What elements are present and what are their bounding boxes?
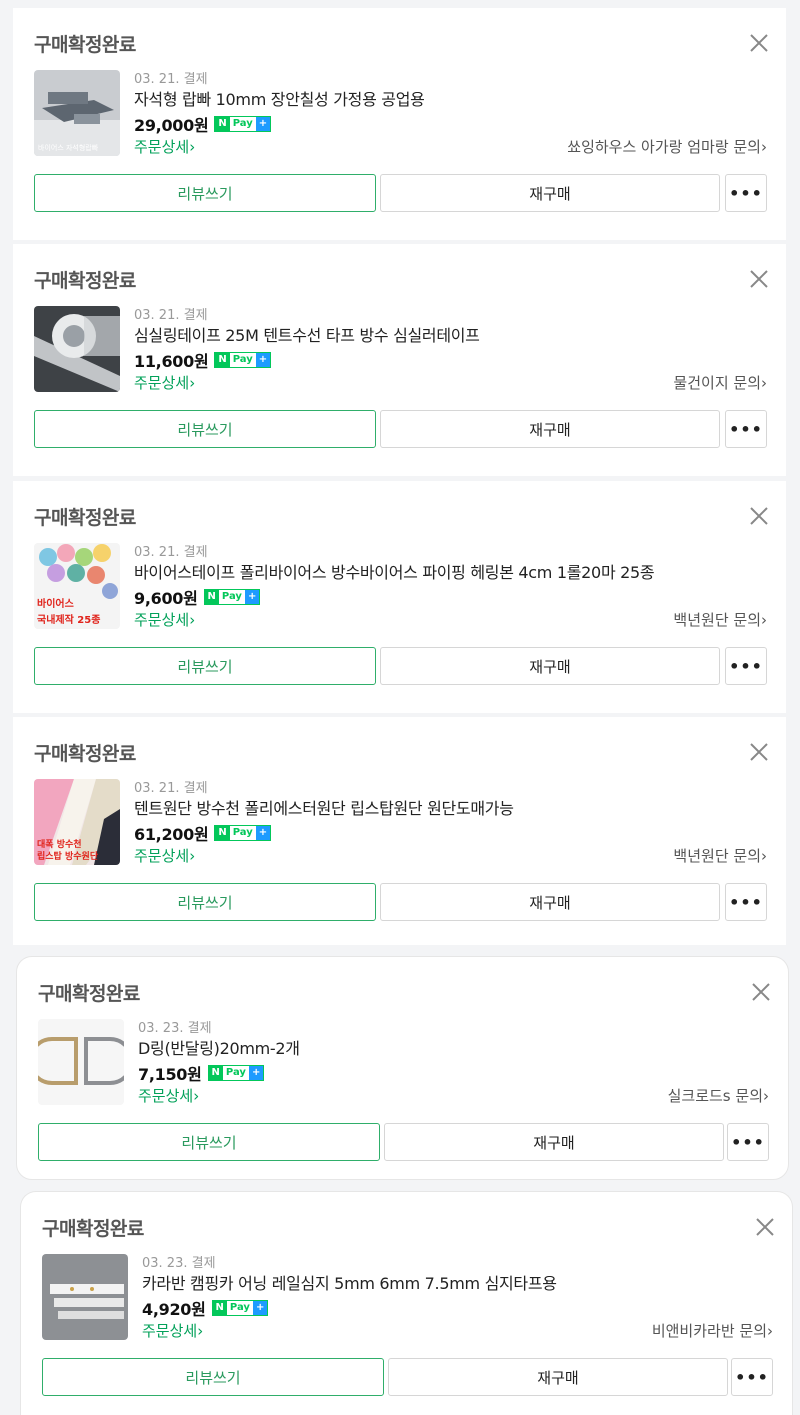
product-name[interactable]: 바이어스테이프 폴리바이어스 방수바이어스 파이핑 헤링본 4cm 1롤20마 … — [134, 559, 655, 583]
order-card: 구매확정완료 03. 21. 결제 심실링테이프 25M 텐트수선 타프 방수 … — [13, 244, 786, 476]
order-date: 03. 21. 결제 — [134, 781, 208, 796]
close-icon[interactable] — [750, 981, 772, 1003]
order-detail-link[interactable]: 주문상세› — [134, 845, 195, 866]
npay-badge: N Pay + — [203, 589, 261, 605]
npay-badge: N Pay + — [214, 352, 272, 368]
order-card: 구매확정완료 03. 23. 결제 카라반 캠핑카 어닝 레일심지 5mm 6m… — [20, 1191, 793, 1415]
order-status: 구매확정완료 — [34, 743, 136, 765]
price-row: 11,600원 N Pay + — [134, 348, 272, 372]
order-card: 구매확정완료 바이어스 국내제작 25종 03. 21. 결제 바이어스테이프 … — [13, 481, 786, 713]
order-detail-link[interactable]: 주문상세› — [134, 609, 195, 630]
order-detail-link[interactable]: 주문상세› — [138, 1085, 199, 1106]
more-options-button[interactable]: ••• — [725, 883, 767, 921]
order-card: 구매확정완료 대폭 방수천 립스탑 방수원단 03. 21. 결제 텐트원단 방… — [13, 717, 786, 945]
seller-inquiry-link[interactable]: 비앤비카라반 문의› — [652, 1320, 773, 1341]
seller-inquiry-link[interactable]: 쑈잉하우스 아가랑 엄마랑 문의› — [567, 136, 767, 157]
price-row: 61,200원 N Pay + — [134, 821, 272, 845]
order-date: 03. 23. 결제 — [142, 1256, 216, 1271]
seller-inquiry-link[interactable]: 백년원단 문의› — [673, 845, 767, 866]
npay-badge: N Pay + — [214, 825, 272, 841]
product-thumbnail[interactable] — [38, 1019, 124, 1105]
close-icon[interactable] — [748, 741, 770, 763]
product-thumbnail[interactable] — [34, 306, 120, 392]
product-price: 11,600원 — [134, 352, 209, 371]
thumb-caption: 립스탑 방수원단 — [37, 850, 99, 862]
more-options-button[interactable]: ••• — [725, 174, 767, 212]
rebuy-button[interactable]: 재구매 — [380, 410, 720, 448]
product-price: 7,150원 — [138, 1065, 202, 1084]
product-thumbnail[interactable] — [42, 1254, 128, 1340]
product-price: 29,000원 — [134, 116, 209, 135]
write-review-button[interactable]: 리뷰쓰기 — [38, 1123, 380, 1161]
product-thumbnail[interactable]: 바이어스 국내제작 25종 — [34, 543, 120, 629]
order-detail-link[interactable]: 주문상세› — [134, 136, 195, 157]
product-name[interactable]: D링(반달링)20mm-2개 — [138, 1035, 300, 1059]
product-name[interactable]: 자석형 랍빠 10mm 장안칠성 가정용 공업용 — [134, 86, 425, 110]
rebuy-button[interactable]: 재구매 — [384, 1123, 724, 1161]
write-review-button[interactable]: 리뷰쓰기 — [34, 174, 376, 212]
order-status: 구매확정완료 — [42, 1218, 144, 1240]
thumb-caption: 바이어스 — [37, 597, 74, 610]
order-detail-link[interactable]: 주문상세› — [134, 372, 195, 393]
rebuy-button[interactable]: 재구매 — [380, 883, 720, 921]
product-price: 61,200원 — [134, 825, 209, 844]
price-row: 4,920원 N Pay + — [142, 1296, 269, 1320]
product-name[interactable]: 텐트원단 방수천 폴리에스터원단 립스탑원단 원단도매가능 — [134, 795, 514, 819]
npay-badge: N Pay + — [207, 1065, 265, 1081]
seller-inquiry-link[interactable]: 물건이지 문의› — [673, 372, 767, 393]
order-status: 구매확정완료 — [34, 34, 136, 56]
write-review-button[interactable]: 리뷰쓰기 — [34, 647, 376, 685]
write-review-button[interactable]: 리뷰쓰기 — [42, 1358, 384, 1396]
npay-badge: N Pay + — [211, 1300, 269, 1316]
price-row: 29,000원 N Pay + — [134, 112, 272, 136]
product-price: 4,920원 — [142, 1300, 206, 1319]
more-options-button[interactable]: ••• — [725, 410, 767, 448]
more-options-button[interactable]: ••• — [727, 1123, 769, 1161]
order-date: 03. 21. 결제 — [134, 72, 208, 87]
thumb-caption: 대폭 방수천 — [37, 838, 82, 850]
close-icon[interactable] — [754, 1216, 776, 1238]
order-date: 03. 23. 결제 — [138, 1021, 212, 1036]
more-options-button[interactable]: ••• — [731, 1358, 773, 1396]
close-icon[interactable] — [748, 32, 770, 54]
order-date: 03. 21. 결제 — [134, 545, 208, 560]
product-thumbnail[interactable]: 대폭 방수천 립스탑 방수원단 — [34, 779, 120, 865]
write-review-button[interactable]: 리뷰쓰기 — [34, 883, 376, 921]
rebuy-button[interactable]: 재구매 — [380, 174, 720, 212]
order-card: 구매확정완료 03. 23. 결제 D링(반달링)20mm-2개 7,150원 … — [16, 956, 789, 1180]
price-row: 7,150원 N Pay + — [138, 1061, 265, 1085]
close-icon[interactable] — [748, 505, 770, 527]
more-options-button[interactable]: ••• — [725, 647, 767, 685]
order-date: 03. 21. 결제 — [134, 308, 208, 323]
price-row: 9,600원 N Pay + — [134, 585, 261, 609]
seller-inquiry-link[interactable]: 백년원단 문의› — [673, 609, 767, 630]
rebuy-button[interactable]: 재구매 — [380, 647, 720, 685]
product-name[interactable]: 심실링테이프 25M 텐트수선 타프 방수 심실러테이프 — [134, 322, 480, 346]
write-review-button[interactable]: 리뷰쓰기 — [34, 410, 376, 448]
product-thumbnail[interactable]: 바이어스 자석형랍빠 — [34, 70, 120, 156]
product-price: 9,600원 — [134, 589, 198, 608]
seller-inquiry-link[interactable]: 실크로드s 문의› — [668, 1085, 769, 1106]
order-status: 구매확정완료 — [34, 270, 136, 292]
order-card: 구매확정완료 바이어스 자석형랍빠 03. 21. 결제 자석형 랍빠 10mm… — [13, 8, 786, 240]
thumb-caption: 국내제작 25종 — [37, 613, 100, 626]
product-name[interactable]: 카라반 캠핑카 어닝 레일심지 5mm 6mm 7.5mm 심지타프용 — [142, 1270, 557, 1294]
order-status: 구매확정완료 — [38, 983, 140, 1005]
rebuy-button[interactable]: 재구매 — [388, 1358, 728, 1396]
thumb-caption: 바이어스 자석형랍빠 — [38, 143, 99, 152]
close-icon[interactable] — [748, 268, 770, 290]
order-status: 구매확정완료 — [34, 507, 136, 529]
npay-badge: N Pay + — [214, 116, 272, 132]
order-detail-link[interactable]: 주문상세› — [142, 1320, 203, 1341]
